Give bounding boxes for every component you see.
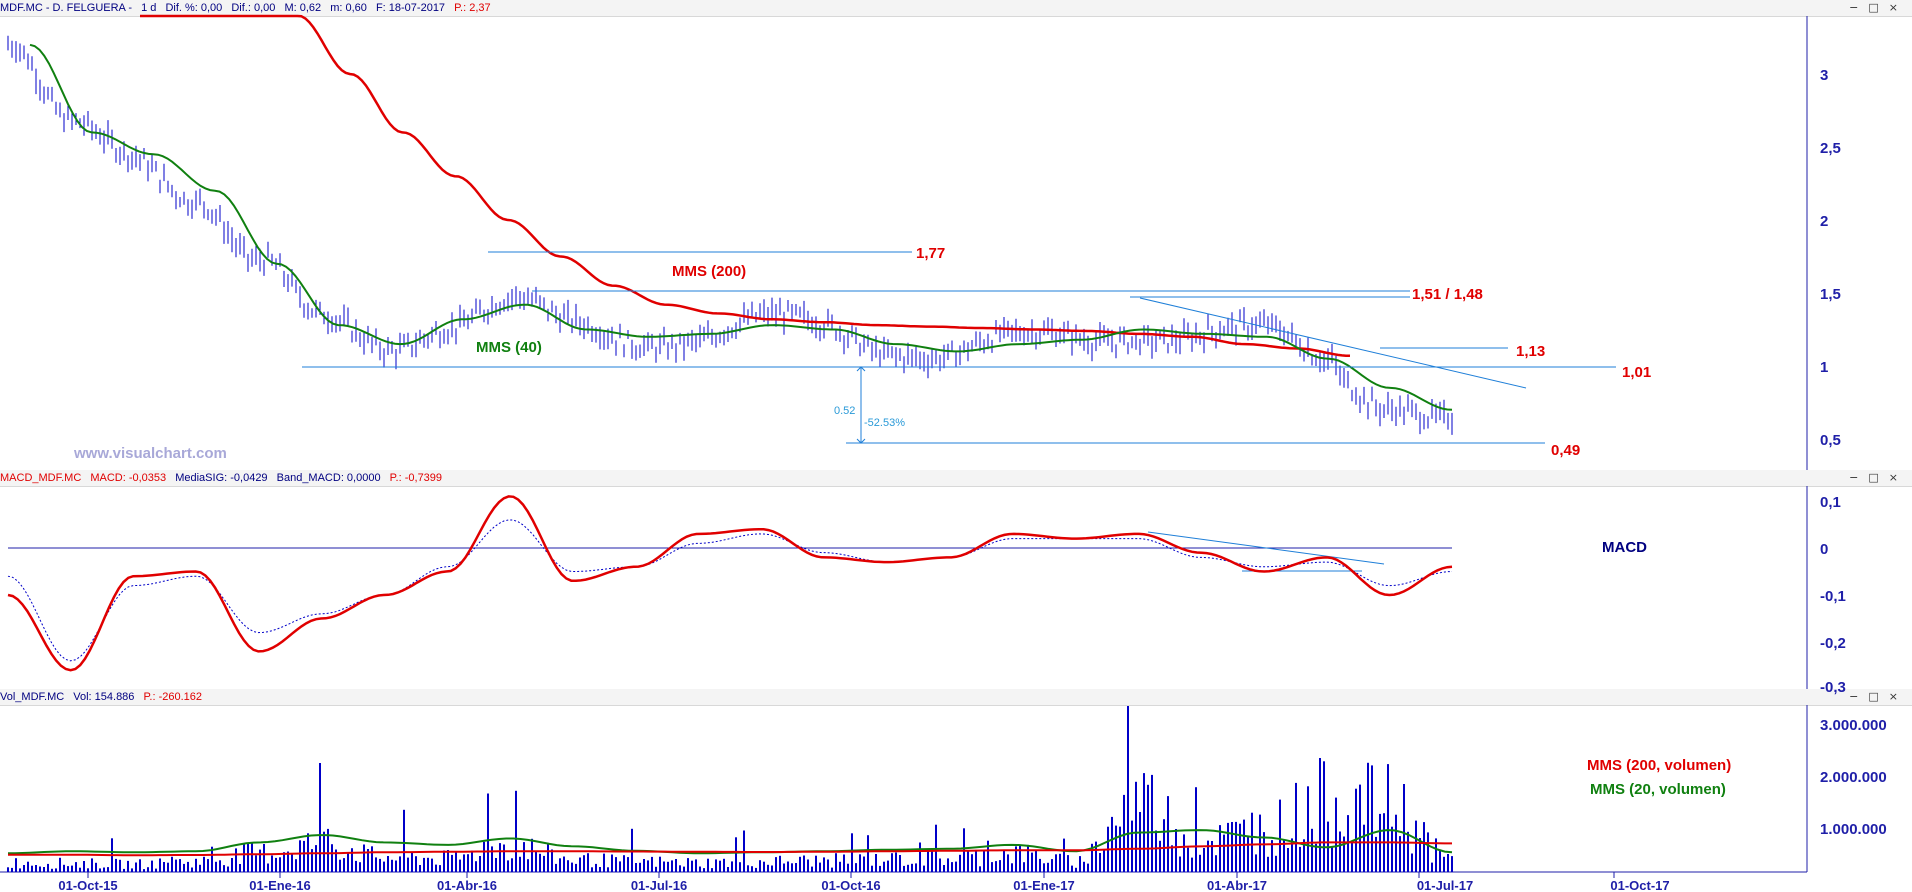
vol-mms20-annotation: MMS (20, volumen): [1590, 781, 1726, 798]
mms40-line: [29, 43, 1453, 411]
price-tick: 2: [1820, 213, 1828, 230]
x-tick-label: 01-Jul-17: [1417, 878, 1473, 892]
panel-frames: [0, 16, 1808, 873]
x-tick-label: 01-Oct-17: [1610, 878, 1669, 892]
measure-abs-label: 0.52: [834, 405, 855, 417]
price-tick: 1,5: [1820, 286, 1841, 303]
x-tick-label: 01-Ene-17: [1013, 878, 1074, 892]
macd-trendlines: [1147, 531, 1385, 572]
volume-axis: 3.000.000 2.000.000 1.000.000: [1820, 717, 1887, 838]
macd-tick: 0: [1820, 541, 1828, 558]
chart-canvas[interactable]: 1,77 MMS (200) 1,51 / 1,48 1,13 1,01 0,4…: [0, 0, 1912, 892]
mms40-annotation: MMS (40): [476, 339, 542, 356]
price-tick: 2,5: [1820, 140, 1841, 157]
macd-tick: -0,3: [1820, 679, 1846, 696]
vol-mms200-annotation: MMS (200, volumen): [1587, 757, 1731, 774]
macd-tick: 0,1: [1820, 494, 1841, 511]
measure-pct-label: -52.53%: [864, 417, 905, 429]
x-tick-label: 01-Ene-16: [249, 878, 310, 892]
vol-tick: 2.000.000: [1820, 769, 1887, 786]
x-tick-label: 01-Abr-16: [437, 878, 497, 892]
macd-axis: 0,1 0 -0,1 -0,2 -0,3: [1820, 494, 1846, 696]
downtrend-line: [1139, 297, 1527, 389]
price-axis: 3 2,5 2 1,5 1 0,5: [1820, 67, 1841, 449]
x-tick-label: 01-Jul-16: [631, 878, 687, 892]
price-bars: [7, 35, 1453, 435]
vol-tick: 1.000.000: [1820, 821, 1887, 838]
macd-line: [7, 495, 1453, 672]
time-axis: 01-Oct-15 01-Ene-16 01-Abr-16 01-Jul-16 …: [58, 872, 1670, 892]
price-tick: 3: [1820, 67, 1828, 84]
macd-tick: -0,2: [1820, 635, 1846, 652]
macd-tick: -0,1: [1820, 588, 1846, 605]
x-tick-label: 01-Abr-17: [1207, 878, 1267, 892]
x-tick-label: 01-Oct-15: [58, 878, 117, 892]
price-tick: 0,5: [1820, 432, 1841, 449]
vol-tick: 3.000.000: [1820, 717, 1887, 734]
x-tick-label: 01-Oct-16: [821, 878, 880, 892]
macd-signal-line: [7, 519, 1453, 662]
macd-annotation: MACD: [1602, 539, 1647, 556]
level-151-label: 1,51 / 1,48: [1412, 286, 1483, 303]
level-113-label: 1,13: [1516, 343, 1545, 360]
level-101-label: 1,01: [1622, 364, 1651, 381]
mms200-annotation: MMS (200): [672, 263, 746, 280]
level-177-label: 1,77: [916, 245, 945, 262]
price-tick: 1: [1820, 359, 1828, 376]
level-049-label: 0,49: [1551, 442, 1580, 459]
watermark: www.visualchart.com: [73, 445, 227, 462]
